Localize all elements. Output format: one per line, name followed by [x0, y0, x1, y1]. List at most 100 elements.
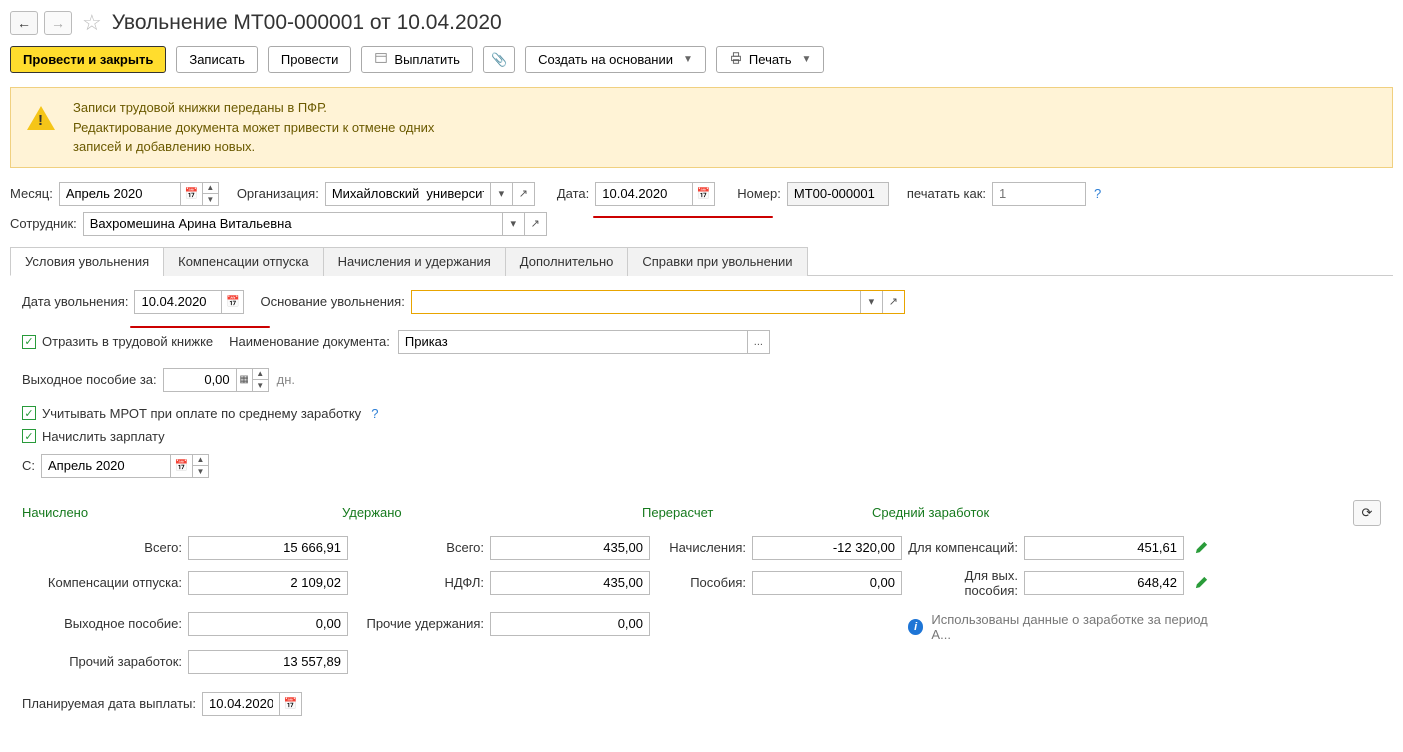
from-month-input[interactable]: [42, 455, 170, 477]
date-calendar-icon[interactable]: 📅: [692, 183, 714, 205]
severance-unit: дн.: [273, 372, 295, 387]
date-label: Дата:: [557, 186, 591, 201]
avg-info-line: i Использованы данные о заработке за пер…: [908, 612, 1220, 642]
month-input[interactable]: [60, 183, 180, 205]
red-underline-decoration: [593, 216, 773, 218]
nav-back-button[interactable]: ←: [10, 11, 38, 35]
month-spin-up[interactable]: ▲: [203, 183, 218, 194]
payout-date-calendar-icon[interactable]: 📅: [279, 693, 301, 715]
save-button[interactable]: Записать: [176, 46, 258, 73]
severance-input[interactable]: [164, 369, 236, 391]
doc-name-more-icon[interactable]: ...: [747, 331, 769, 353]
severance-spin-up[interactable]: ▲: [253, 369, 268, 380]
month-calendar-icon[interactable]: 📅: [180, 183, 202, 205]
org-label: Организация:: [237, 186, 321, 201]
reason-open-icon[interactable]: ↗: [882, 291, 904, 313]
ndfl-value[interactable]: [490, 571, 650, 595]
print-label: Печать: [749, 52, 792, 67]
section-withheld-title: Удержано: [342, 505, 642, 520]
termination-date-calendar-icon[interactable]: 📅: [221, 291, 243, 313]
tab-accruals[interactable]: Начисления и удержания: [323, 247, 506, 276]
avg-sev-value[interactable]: [1024, 571, 1184, 595]
warning-banner: Записи трудовой книжки переданы в ПФР. Р…: [10, 87, 1393, 168]
employee-dropdown-icon[interactable]: ▾: [502, 213, 524, 235]
month-input-group: 📅 ▲▼: [59, 182, 219, 206]
severance-out-value[interactable]: [188, 612, 348, 636]
avg-comp-value[interactable]: [1024, 536, 1184, 560]
avg-sev-label: Для вых. пособия:: [908, 568, 1018, 598]
mrot-checkbox[interactable]: ✓: [22, 406, 36, 420]
withheld-total-label: Всего:: [354, 540, 484, 555]
execute-button[interactable]: Провести: [268, 46, 352, 73]
edit-avg-comp-button[interactable]: [1190, 537, 1212, 559]
recalc-acc-label: Начисления:: [656, 540, 746, 555]
recalc-acc-value[interactable]: [752, 536, 902, 560]
recalc-ben-label: Пособия:: [656, 575, 746, 590]
mrot-label: Учитывать МРОТ при оплате по среднему за…: [42, 406, 361, 421]
create-based-button[interactable]: Создать на основании ▼: [525, 46, 706, 73]
tab-panel-conditions: Дата увольнения: 📅 Основание увольнения:…: [10, 276, 1393, 742]
other-with-value[interactable]: [490, 612, 650, 636]
termination-date-label: Дата увольнения:: [22, 294, 130, 309]
nav-forward-button[interactable]: →: [44, 11, 72, 35]
accrue-salary-checkbox[interactable]: ✓: [22, 429, 36, 443]
severance-calc-icon[interactable]: ▦: [236, 369, 252, 391]
refresh-button[interactable]: ⟳: [1353, 500, 1381, 526]
tabs-container: Условия увольнения Компенсации отпуска Н…: [10, 246, 1393, 276]
vac-comp-value[interactable]: [188, 571, 348, 595]
help-icon[interactable]: ?: [367, 406, 382, 421]
tab-conditions[interactable]: Условия увольнения: [10, 247, 164, 276]
chevron-down-icon: ▼: [802, 54, 812, 65]
org-open-icon[interactable]: ↗: [512, 183, 534, 205]
section-accrued-title: Начислено: [22, 505, 342, 520]
other-earn-value[interactable]: [188, 650, 348, 674]
from-calendar-icon[interactable]: 📅: [170, 455, 192, 477]
employee-input[interactable]: [84, 213, 502, 235]
employee-label: Сотрудник:: [10, 216, 79, 231]
print-as-input[interactable]: [993, 183, 1085, 205]
recalc-ben-value[interactable]: [752, 571, 902, 595]
org-dropdown-icon[interactable]: ▾: [490, 183, 512, 205]
severance-label: Выходное пособие за:: [22, 372, 159, 387]
date-input[interactable]: [596, 183, 692, 205]
execute-and-close-button[interactable]: Провести и закрыть: [10, 46, 166, 73]
chevron-down-icon: ▼: [683, 54, 693, 65]
employee-input-group: ▾ ↗: [83, 212, 547, 236]
pay-button[interactable]: Выплатить: [361, 46, 473, 73]
accrued-total-label: Всего:: [22, 540, 182, 555]
print-button[interactable]: Печать ▼: [716, 46, 825, 73]
avg-info-text: Использованы данные о заработке за перио…: [931, 612, 1220, 642]
section-recalc-title: Перерасчет: [642, 505, 872, 520]
other-earn-label: Прочий заработок:: [22, 654, 182, 669]
reflect-workbook-checkbox[interactable]: ✓: [22, 335, 36, 349]
doc-name-label: Наименование документа:: [229, 334, 392, 349]
employee-open-icon[interactable]: ↗: [524, 213, 546, 235]
favorite-icon[interactable]: ☆: [78, 10, 106, 36]
org-input[interactable]: [326, 183, 490, 205]
payout-date-label: Планируемая дата выплаты:: [22, 696, 198, 711]
help-icon[interactable]: ?: [1090, 186, 1105, 201]
severance-spin-down[interactable]: ▼: [253, 380, 268, 391]
from-spin-up[interactable]: ▲: [193, 455, 208, 466]
number-input: [788, 183, 888, 205]
from-spin-down[interactable]: ▼: [193, 466, 208, 477]
tab-compensations[interactable]: Компенсации отпуска: [163, 247, 324, 276]
section-avg-title: Средний заработок: [872, 505, 1341, 520]
severance-out-label: Выходное пособие:: [22, 616, 182, 631]
payout-date-input[interactable]: [203, 693, 279, 715]
reason-input-group: ▾ ↗: [411, 290, 905, 314]
accrued-total-value[interactable]: [188, 536, 348, 560]
month-spin-down[interactable]: ▼: [203, 194, 218, 205]
tab-certificates[interactable]: Справки при увольнении: [627, 247, 807, 276]
other-with-label: Прочие удержания:: [354, 616, 484, 631]
reason-dropdown-icon[interactable]: ▾: [860, 291, 882, 313]
attach-button[interactable]: 📎: [483, 46, 515, 73]
avg-comp-label: Для компенсаций:: [908, 540, 1018, 555]
doc-name-input[interactable]: [399, 331, 747, 353]
edit-avg-sev-button[interactable]: [1190, 572, 1212, 594]
tab-additional[interactable]: Дополнительно: [505, 247, 629, 276]
month-label: Месяц:: [10, 186, 55, 201]
reason-input[interactable]: [412, 291, 860, 313]
termination-date-input[interactable]: [135, 291, 221, 313]
withheld-total-value[interactable]: [490, 536, 650, 560]
